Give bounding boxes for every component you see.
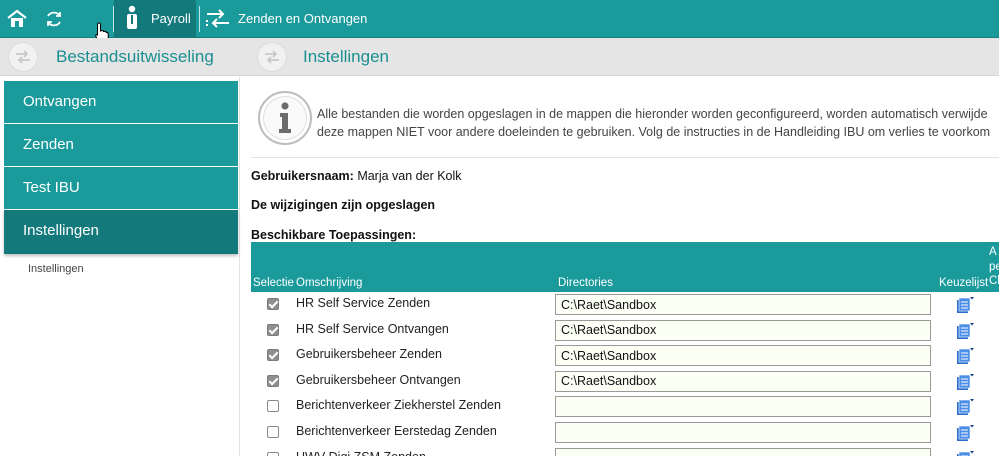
table-row: Berichtenverkeer Ziekherstel Zenden <box>251 395 999 420</box>
directory-input[interactable] <box>555 396 931 418</box>
toolbar-separator <box>199 6 200 32</box>
sub-header: Bestandsuitwisseling Instellingen <box>0 38 999 76</box>
selection-checkbox-checked[interactable] <box>267 323 279 336</box>
apps-heading: Beschikbare Toepassingen: <box>251 228 417 242</box>
top-navigation-bar: Payroll Zenden en Ontvangen <box>0 0 999 38</box>
selection-checkbox-unchecked[interactable] <box>267 451 279 456</box>
exchange-icon <box>257 42 287 72</box>
main-content: Alle bestanden die worden opgeslagen in … <box>241 77 999 456</box>
selection-checkbox-checked[interactable] <box>267 349 279 362</box>
row-description: Gebruikersbeheer Zenden <box>296 347 442 362</box>
username-row: Gebruikersnaam: Marja van der Kolk <box>251 169 462 183</box>
exchange-arrows-icon <box>205 7 231 31</box>
picklist-icon[interactable] <box>955 373 975 391</box>
username-label: Gebruikersnaam: <box>251 169 354 183</box>
directory-input[interactable] <box>555 294 931 315</box>
sidebar-item-label: Test IBU <box>23 179 80 196</box>
table-row: HR Self Service Zenden <box>251 293 999 318</box>
column-header-omschrijving: Omschrijving <box>296 277 363 289</box>
picklist-icon[interactable] <box>955 322 975 340</box>
column-header-directories: Directories <box>558 277 613 289</box>
username-value: Marja van der Kolk <box>357 169 462 183</box>
table-header: Selectie Omschrijving Directories Keuzel… <box>251 242 999 292</box>
directory-input[interactable] <box>555 319 931 341</box>
page-title: Instellingen <box>303 47 390 66</box>
sidebar-subitem-instellingen[interactable]: Instellingen <box>28 263 84 275</box>
person-icon <box>120 5 144 30</box>
sidebar-item-label: Zenden <box>23 136 74 153</box>
picklist-icon[interactable] <box>955 424 975 442</box>
sidebar: Ontvangen Zenden Test IBU Instellingen I… <box>0 77 240 456</box>
divider <box>251 157 999 158</box>
table-row: UWV Digi ZSM Zenden <box>251 447 999 456</box>
column-header-extra: pe <box>989 261 999 273</box>
sidebar-item-zenden[interactable]: Zenden <box>4 124 238 166</box>
sidebar-item-instellingen[interactable]: Instellingen <box>4 210 238 254</box>
section-title: Bestandsuitwisseling <box>56 47 214 66</box>
column-header-extra: Cl <box>989 275 999 287</box>
directory-input[interactable] <box>555 447 931 456</box>
picklist-icon[interactable] <box>955 296 975 314</box>
table-row: HR Self Service Ontvangen <box>251 319 999 344</box>
sidebar-item-ontvangen[interactable]: Ontvangen <box>4 81 238 123</box>
picklist-icon[interactable] <box>955 398 975 416</box>
sidebar-item-label: Instellingen <box>23 222 99 239</box>
row-description: Gebruikersbeheer Ontvangen <box>296 372 461 387</box>
directory-input[interactable] <box>555 345 931 367</box>
row-description: Berichtenverkeer Eerstedag Zenden <box>296 424 497 438</box>
directory-input[interactable] <box>555 370 931 392</box>
info-text-line: Alle bestanden die worden opgeslagen in … <box>317 107 988 121</box>
exchange-icon <box>8 42 38 72</box>
picklist-icon[interactable] <box>955 450 975 456</box>
row-description: UWV Digi ZSM Zenden <box>296 450 426 456</box>
directory-input[interactable] <box>555 422 931 443</box>
sidebar-item-label: Ontvangen <box>23 93 97 110</box>
picklist-icon[interactable] <box>955 347 975 365</box>
row-description: HR Self Service Ontvangen <box>296 321 449 336</box>
saved-message: De wijzigingen zijn opgeslagen <box>251 198 436 212</box>
selection-checkbox-unchecked[interactable] <box>267 400 279 413</box>
info-text-line: deze mappen NIET voor andere doeleinden … <box>317 125 991 139</box>
selection-checkbox-checked[interactable] <box>267 374 279 387</box>
selection-checkbox-unchecked[interactable] <box>267 426 279 438</box>
selection-checkbox-checked[interactable] <box>267 298 279 310</box>
table-row: Berichtenverkeer Eerstedag Zenden <box>251 421 999 446</box>
home-icon[interactable] <box>5 7 29 31</box>
sidebar-item-test-ibu[interactable]: Test IBU <box>4 167 238 209</box>
column-header-extra: A <box>989 246 997 258</box>
table-row: Gebruikersbeheer Zenden <box>251 344 999 369</box>
refresh-icon[interactable] <box>42 7 66 31</box>
row-description: HR Self Service Zenden <box>296 296 431 310</box>
row-description: Berichtenverkeer Ziekherstel Zenden <box>296 398 501 413</box>
info-icon <box>258 91 312 145</box>
table-row: Gebruikersbeheer Ontvangen <box>251 370 999 395</box>
column-header-selectie: Selectie <box>253 277 294 289</box>
payroll-button[interactable]: Payroll <box>114 0 196 38</box>
zenden-ontvangen-link[interactable]: Zenden en Ontvangen <box>238 11 367 26</box>
payroll-label: Payroll <box>151 11 191 26</box>
column-header-keuzelijst: Keuzelijst <box>939 277 989 289</box>
